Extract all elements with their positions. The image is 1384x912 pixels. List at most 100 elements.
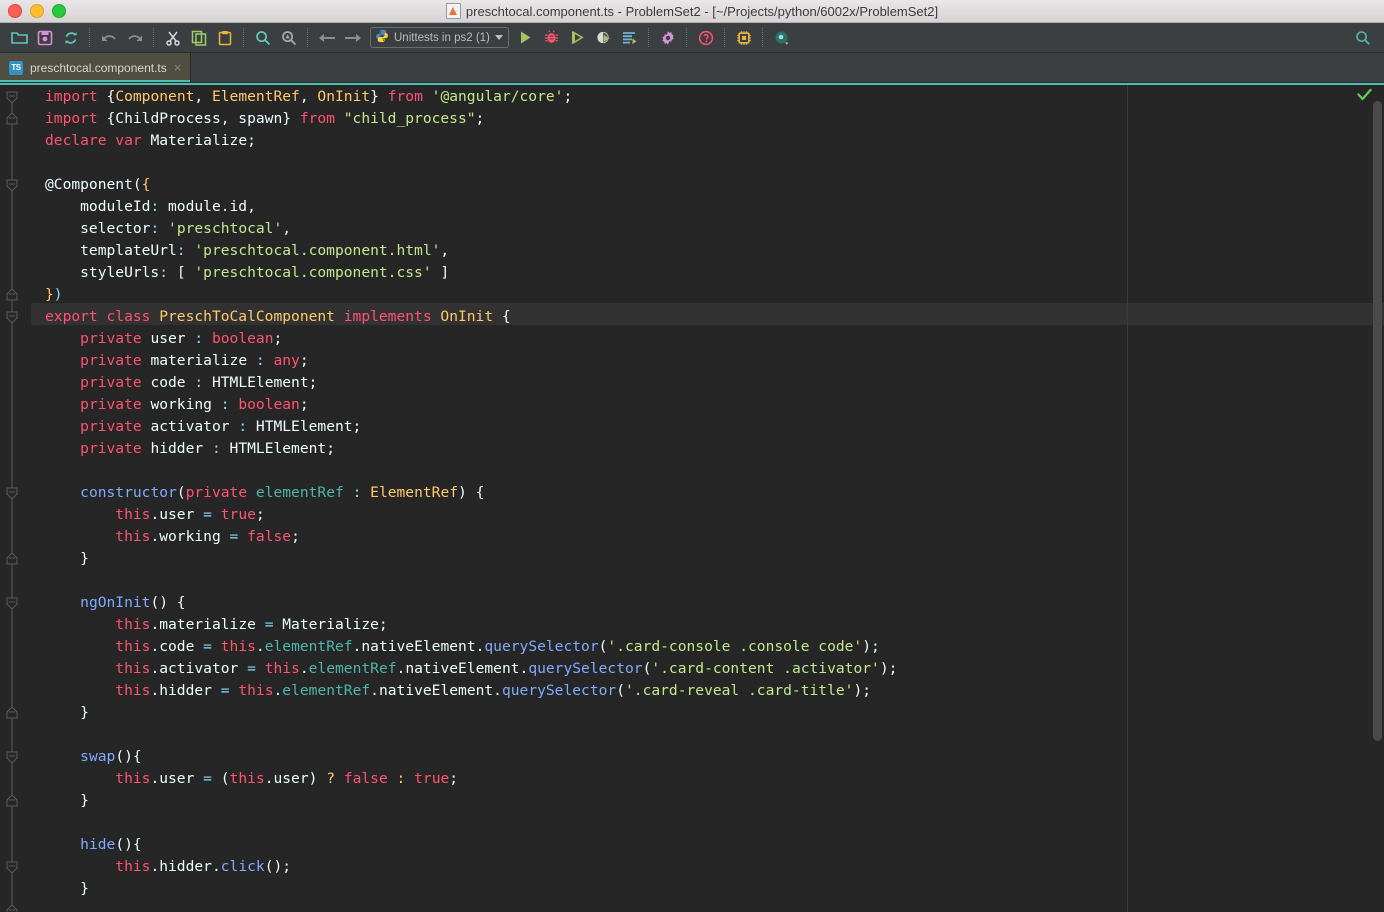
editor-gutter[interactable] — [0, 83, 31, 912]
toolbar-separator — [89, 28, 91, 47]
code-token: class — [106, 308, 160, 325]
code-token: private — [185, 484, 256, 501]
code-token: this — [115, 528, 151, 545]
code-token: HTMLElement; — [203, 374, 318, 391]
sync-refresh-icon[interactable] — [58, 25, 84, 50]
code-line: this.materialize = Materialize; — [45, 614, 897, 636]
code-token: (){ — [115, 836, 142, 853]
fold-collapse-icon[interactable] — [6, 179, 18, 192]
fold-collapse-icon[interactable] — [6, 311, 18, 324]
code-token: : — [220, 396, 230, 413]
fold-end-icon[interactable] — [6, 794, 18, 807]
code-token: .nativeElement. — [352, 638, 485, 655]
code-token: private — [80, 352, 151, 369]
fold-collapse-icon[interactable] — [6, 487, 18, 500]
code-line: import {Component, ElementRef, OnInit} f… — [45, 86, 897, 108]
code-token: click — [220, 858, 265, 875]
copy-icon[interactable] — [186, 25, 212, 50]
code-token: ; — [475, 110, 485, 127]
fold-collapse-icon[interactable] — [6, 597, 18, 610]
code-token: = — [203, 506, 212, 523]
valid-checkmark-icon[interactable] — [1357, 87, 1372, 106]
code-token: ) { — [458, 484, 485, 501]
back-icon[interactable] — [314, 25, 340, 50]
fold-collapse-icon[interactable] — [6, 861, 18, 874]
forward-icon[interactable] — [340, 25, 366, 50]
fold-collapse-icon[interactable] — [6, 91, 18, 104]
code-token: ( — [211, 770, 230, 787]
tab-preschtocal-component-ts[interactable]: TS preschtocal.component.ts × — [0, 53, 192, 82]
fold-end-icon[interactable] — [6, 904, 18, 912]
code-line: this.user = (this.user) ? false : true; — [45, 768, 897, 790]
close-icon[interactable]: × — [174, 61, 182, 74]
code-token: this — [229, 770, 265, 787]
code-token: this — [115, 858, 151, 875]
code-token: .working — [150, 528, 230, 545]
code-line: this.user = true; — [45, 504, 897, 526]
code-token: Materialize; — [150, 132, 256, 149]
debug-icon[interactable] — [539, 25, 565, 50]
window-controls[interactable] — [0, 4, 66, 18]
code-token: ] — [431, 264, 450, 281]
code-content-area[interactable]: import {Component, ElementRef, OnInit} f… — [31, 83, 1384, 912]
fold-collapse-icon[interactable] — [6, 751, 18, 764]
run-icon[interactable] — [513, 25, 539, 50]
fold-end-icon[interactable] — [6, 552, 18, 565]
source-code[interactable]: import {Component, ElementRef, OnInit} f… — [45, 86, 897, 900]
code-token: = — [203, 770, 212, 787]
open-folder-icon[interactable] — [6, 25, 32, 50]
code-editor[interactable]: import {Component, ElementRef, OnInit} f… — [0, 83, 1384, 912]
fold-end-icon[interactable] — [6, 288, 18, 301]
redo-icon[interactable] — [122, 25, 148, 50]
find-icon[interactable] — [250, 25, 276, 50]
run-with-console-icon[interactable] — [617, 25, 643, 50]
sdk-icon[interactable] — [731, 25, 757, 50]
replace-icon[interactable] — [276, 25, 302, 50]
code-token: .activator — [150, 660, 248, 677]
run-configuration-selector[interactable]: Unittests in ps2 (1) — [370, 27, 509, 48]
code-token: ; — [273, 330, 283, 347]
search-icon[interactable] — [1350, 25, 1376, 50]
zoom-button[interactable] — [52, 4, 66, 18]
code-token: hide — [80, 836, 116, 853]
code-token: false — [343, 770, 388, 787]
code-token: () { — [150, 594, 186, 611]
code-token: '.card-reveal .card-title' — [625, 682, 854, 699]
profile-icon[interactable] — [591, 25, 617, 50]
search-everywhere-icon[interactable] — [769, 25, 795, 50]
code-line: selector: 'preschtocal', — [45, 218, 897, 240]
help-icon[interactable] — [693, 25, 719, 50]
fold-markers[interactable] — [0, 83, 31, 912]
run-coverage-icon[interactable] — [565, 25, 591, 50]
fold-end-icon[interactable] — [6, 706, 18, 719]
paste-icon[interactable] — [212, 25, 238, 50]
code-token: "child_process" — [343, 110, 476, 127]
toolbar-separator — [153, 28, 155, 47]
code-token: this — [115, 638, 151, 655]
code-token: PreschToCalComponent — [159, 308, 344, 325]
cut-icon[interactable] — [160, 25, 186, 50]
code-token: (); — [264, 858, 292, 875]
code-token: this — [264, 660, 300, 677]
vertical-scrollbar[interactable] — [1373, 101, 1382, 741]
code-token: boolean — [211, 330, 274, 347]
code-token: } — [45, 704, 89, 721]
save-all-icon[interactable] — [32, 25, 58, 50]
minimize-button[interactable] — [30, 4, 44, 18]
close-button[interactable] — [8, 4, 22, 18]
code-token: elementRef — [264, 638, 353, 655]
undo-icon[interactable] — [96, 25, 122, 50]
fold-end-icon[interactable] — [6, 112, 18, 125]
code-line: } — [45, 548, 897, 570]
settings-icon[interactable] — [655, 25, 681, 50]
code-token: boolean — [238, 396, 300, 413]
chevron-down-icon[interactable] — [494, 35, 503, 40]
code-token: ( — [176, 484, 186, 501]
